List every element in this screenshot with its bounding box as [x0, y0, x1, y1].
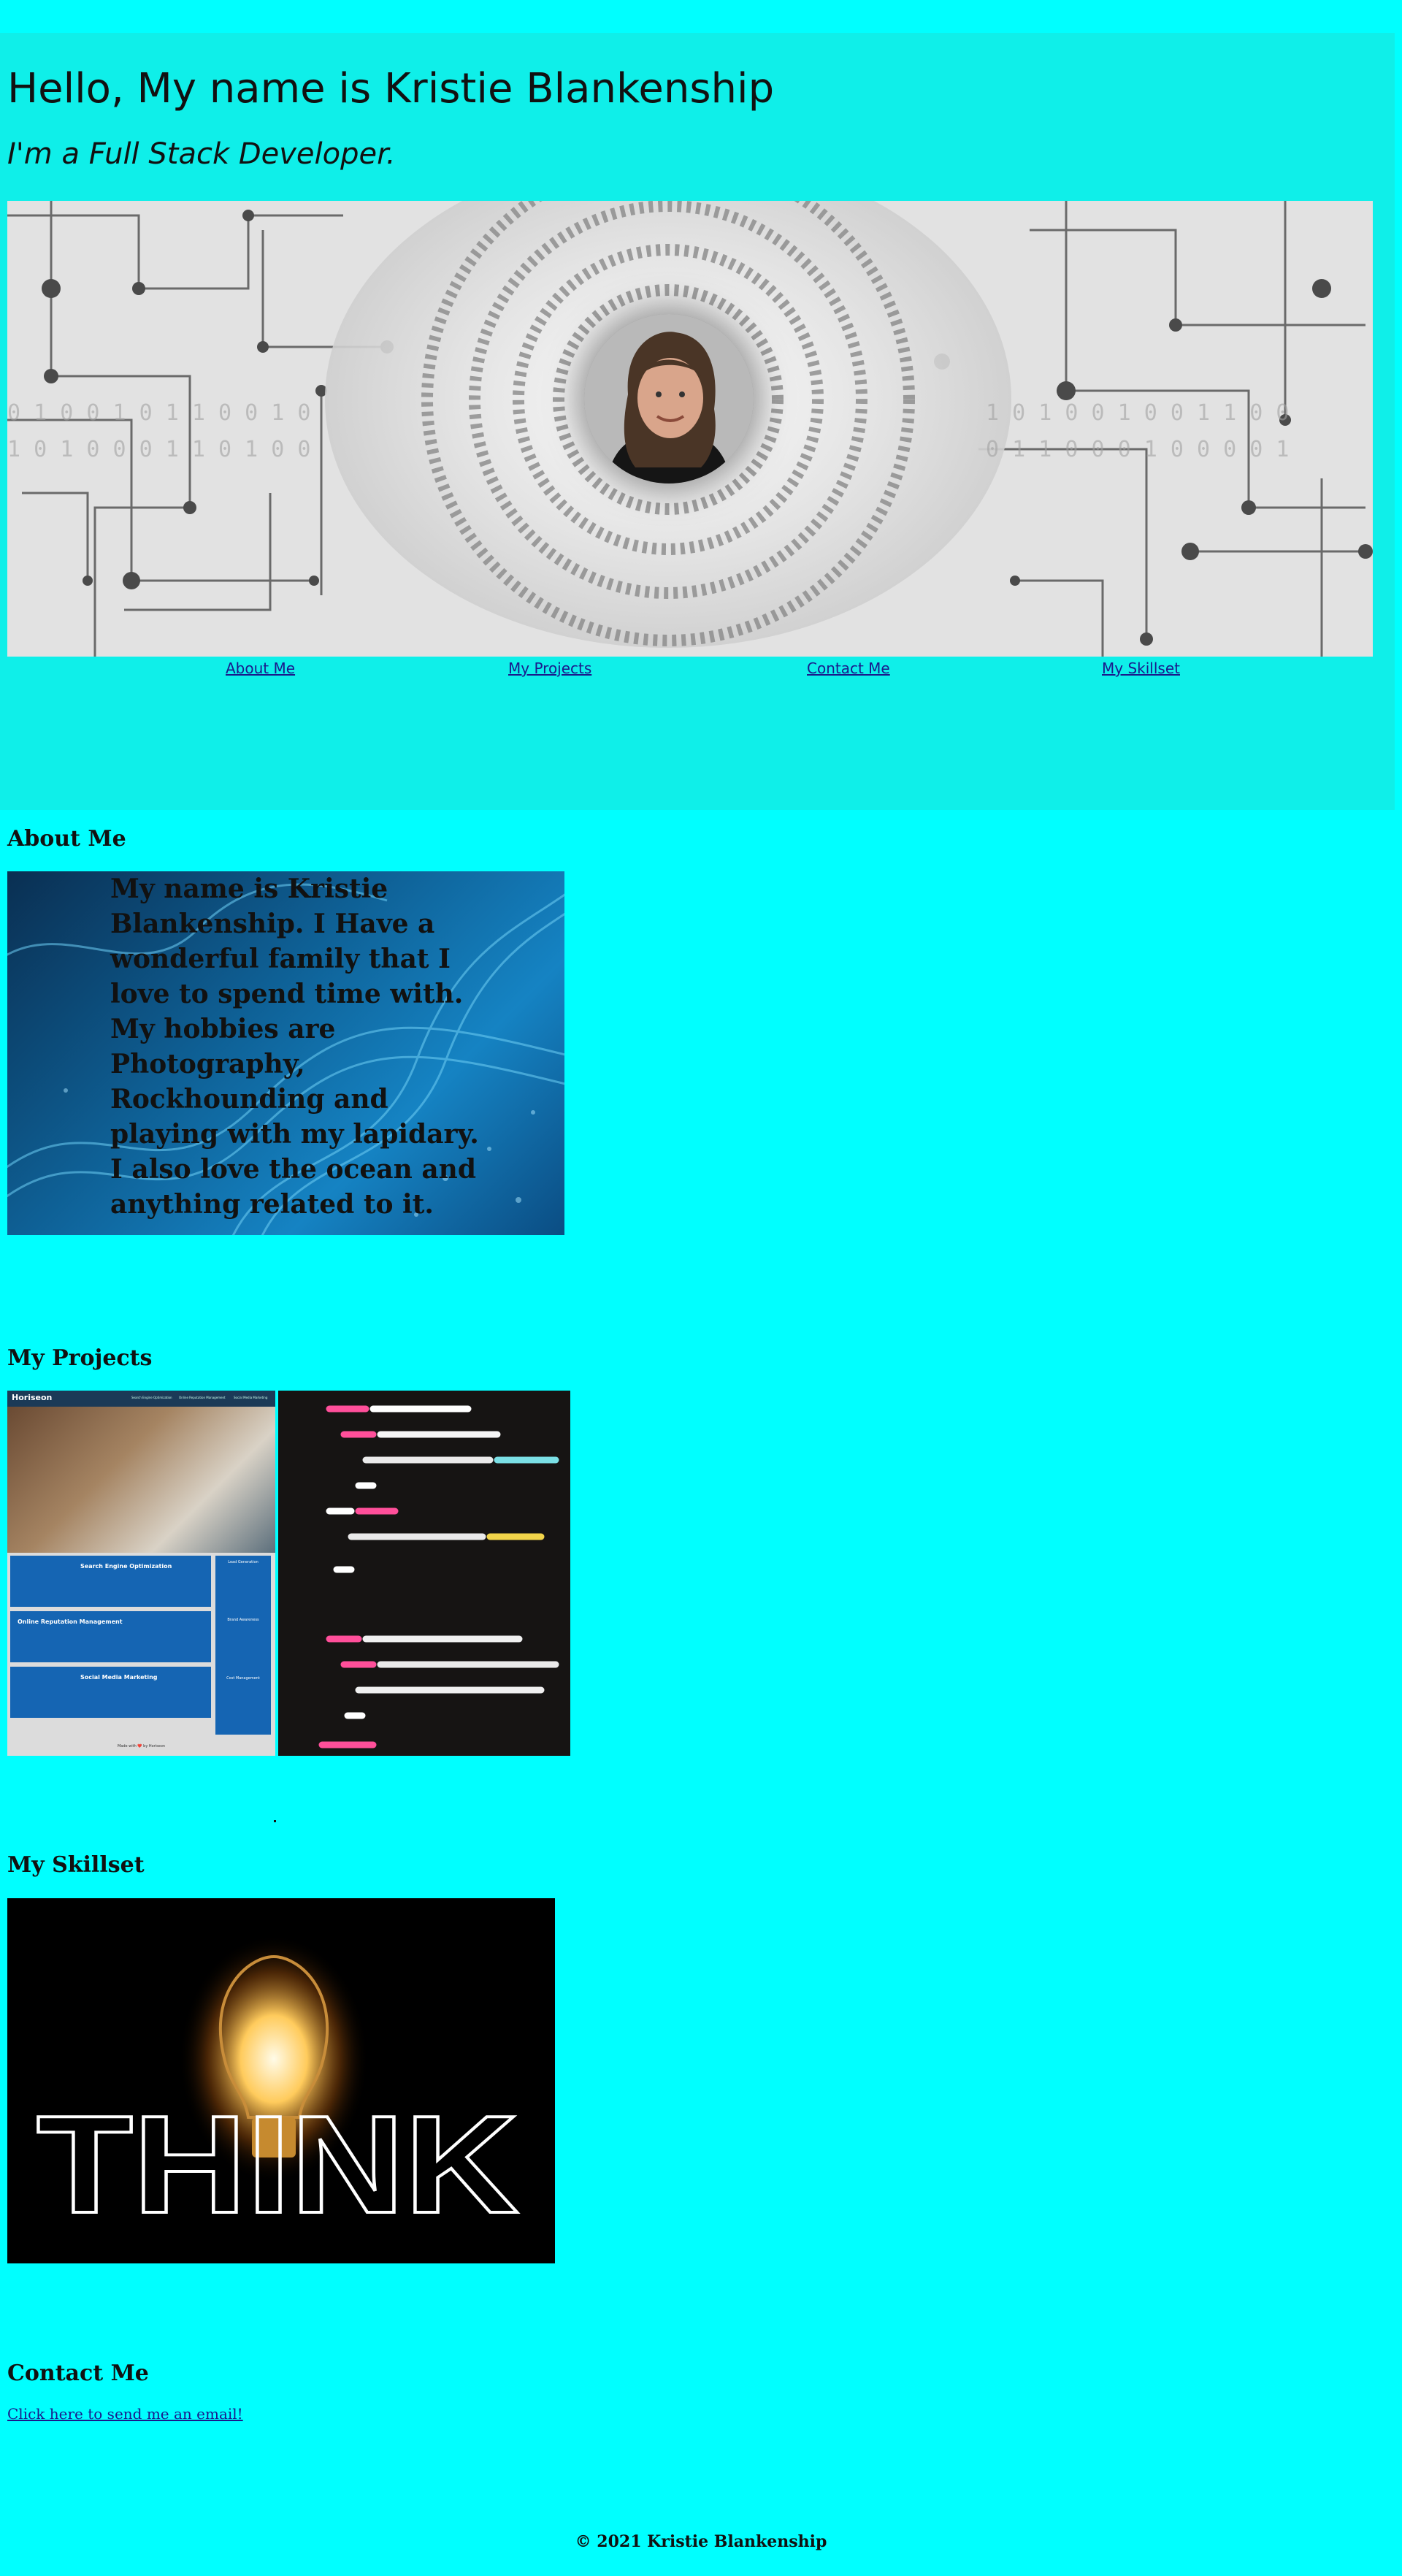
profile-photo	[584, 314, 754, 484]
horiseon-card-title: Social Media Marketing	[80, 1674, 158, 1681]
horiseon-sidebar-item: Cost Management	[226, 1676, 260, 1681]
svg-text:1 0 1 0 0 0 1 1 0 1 0 0: 1 0 1 0 0 0 1 1 0 1 0 0	[7, 437, 310, 462]
about-heading: About Me	[7, 826, 126, 852]
main-nav: About Me My Projects Contact Me My Skill…	[0, 660, 1395, 681]
skillset-heading: My Skillset	[7, 1852, 145, 1878]
horiseon-card-title: Search Engine Optimization	[80, 1563, 172, 1570]
project-code-thumbnail[interactable]	[278, 1391, 570, 1756]
svg-text:0 1 1 0 0 0 1 0 0 0 0 1: 0 1 1 0 0 0 1 0 0 0 0 1	[986, 437, 1289, 462]
think-word: THINK	[35, 2086, 520, 2244]
project-horiseon-thumbnail[interactable]: Horiseon Search Engine Optimization Onli…	[7, 1391, 275, 1756]
horiseon-nav-item: Online Reputation Management	[179, 1396, 226, 1399]
horiseon-hero-image	[7, 1407, 275, 1553]
horiseon-brand: Horiseon	[12, 1393, 53, 1402]
horiseon-nav-item: Search Engine Optimization	[131, 1396, 172, 1399]
horiseon-sidebar-item: Brand Awareness	[227, 1618, 259, 1622]
horiseon-sidebar: Lead Generation Brand Awareness Cost Man…	[215, 1556, 271, 1735]
svg-text:0 1 0 0 1 0 1 1 0 0 1 0: 0 1 0 0 1 0 1 1 0 0 1 0	[7, 400, 310, 426]
contact-heading: Contact Me	[7, 2361, 149, 2386]
horiseon-nav-item: Social Media Marketing	[234, 1396, 268, 1399]
nav-link-my-skillset[interactable]: My Skillset	[1102, 660, 1180, 677]
about-card: My name is Kristie Blankenship. I Have a…	[7, 871, 564, 1235]
nav-link-about-me[interactable]: About Me	[226, 660, 295, 677]
nav-link-my-projects[interactable]: My Projects	[508, 660, 591, 677]
code-screen-image	[278, 1391, 570, 1756]
horiseon-topbar: Horiseon Search Engine Optimization Onli…	[7, 1391, 275, 1407]
page-subtitle: I'm a Full Stack Developer.	[7, 137, 396, 171]
horiseon-card: Online Reputation Management	[10, 1611, 211, 1662]
hero-banner: 0 1 0 0 1 0 1 1 0 0 1 0 1 0 1 0 0 0 1 1 …	[7, 201, 1373, 657]
horiseon-footer: Made with ❤️ by Horiseon	[117, 1744, 166, 1748]
projects-heading: My Projects	[7, 1345, 153, 1371]
svg-text:1 0 1 0 0 1 0 0 1 1 0 0: 1 0 1 0 0 1 0 0 1 1 0 0	[986, 400, 1289, 426]
horiseon-card: Search Engine Optimization	[10, 1556, 211, 1607]
skillset-image: THINK	[7, 1898, 555, 2263]
horiseon-content: Search Engine Optimization Online Reputa…	[7, 1553, 275, 1756]
page-header: Hello, My name is Kristie Blankenship I'…	[0, 33, 1395, 810]
email-link[interactable]: Click here to send me an email!	[7, 2405, 243, 2423]
page-title: Hello, My name is Kristie Blankenship	[7, 65, 775, 112]
horiseon-card: Social Media Marketing	[10, 1667, 211, 1718]
horiseon-card-title: Online Reputation Management	[18, 1618, 123, 1625]
svg-text:THINK: THINK	[37, 2087, 518, 2242]
nav-link-contact-me[interactable]: Contact Me	[807, 660, 890, 677]
about-text: My name is Kristie Blankenship. I Have a…	[110, 874, 479, 1220]
horiseon-sidebar-item: Lead Generation	[228, 1560, 258, 1564]
stray-dot	[274, 1820, 276, 1822]
footer-copyright: © 2021 Kristie Blankenship	[575, 2532, 827, 2551]
